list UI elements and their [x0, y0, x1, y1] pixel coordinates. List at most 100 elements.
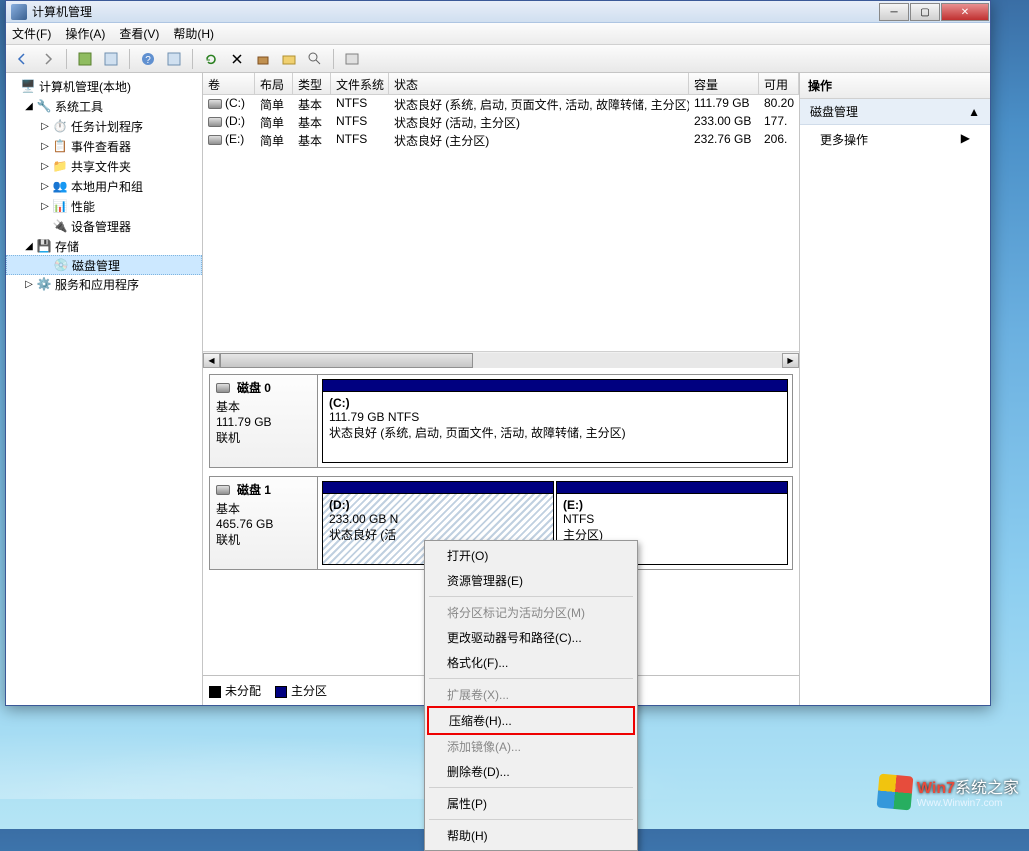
ctx-help[interactable]: 帮助(H)	[427, 823, 635, 848]
tree-diskmgmt[interactable]: 💿磁盘管理	[6, 255, 202, 275]
disk-block: 磁盘 0基本111.79 GB联机(C:)111.79 GB NTFS状态良好 …	[209, 374, 793, 468]
context-menu: 打开(O) 资源管理器(E) 将分区标记为活动分区(M) 更改驱动器号和路径(C…	[424, 540, 638, 851]
menu-action[interactable]: 操作(A)	[65, 25, 105, 42]
scroll-track[interactable]	[220, 353, 782, 368]
tree-devicemgr[interactable]: 🔌设备管理器	[6, 216, 202, 236]
col-capacity[interactable]: 容量	[689, 73, 759, 94]
partition-bar	[323, 482, 553, 494]
watermark: Win7系统之家 Www.Winwin7.com	[878, 774, 1019, 809]
tree-storage[interactable]: ◢💾存储	[6, 236, 202, 256]
watermark-url: Www.Winwin7.com	[917, 798, 1019, 809]
ctx-extend: 扩展卷(X)...	[427, 682, 635, 707]
ctx-changeletter[interactable]: 更改驱动器号和路径(C)...	[427, 625, 635, 650]
menu-separator	[429, 787, 633, 788]
volume-list[interactable]: 卷 布局 类型 文件系统 状态 容量 可用 (C:)简单基本NTFS状态良好 (…	[203, 73, 799, 351]
back-button[interactable]	[12, 49, 32, 69]
menu-separator	[429, 819, 633, 820]
window-title: 计算机管理	[32, 3, 879, 20]
tree-eventviewer[interactable]: ▷📋事件查看器	[6, 136, 202, 156]
toolbar-separator	[129, 49, 130, 69]
titlebar[interactable]: 计算机管理 ─ ▢	[6, 1, 990, 23]
disk-icon	[216, 485, 230, 495]
col-type[interactable]: 类型	[293, 73, 331, 94]
ctx-shrink[interactable]: 压缩卷(H)...	[429, 708, 633, 733]
legend-unallocated: 未分配	[209, 682, 261, 699]
menu-separator	[429, 678, 633, 679]
actions-more[interactable]: 更多操作▶	[800, 125, 990, 154]
maximize-button[interactable]: ▢	[910, 3, 940, 21]
chevron-right-icon: ▶	[961, 131, 970, 148]
col-layout[interactable]: 布局	[255, 73, 293, 94]
delete-icon[interactable]	[227, 49, 247, 69]
volume-row[interactable]: (E:)简单基本NTFS状态良好 (主分区)232.76 GB206.	[203, 131, 799, 149]
legend-primary: 主分区	[275, 682, 327, 699]
view-icon[interactable]	[164, 49, 184, 69]
up-button[interactable]	[75, 49, 95, 69]
window-buttons: ─ ▢	[879, 2, 990, 21]
toolbar: ?	[6, 45, 990, 73]
watermark-logo	[876, 773, 913, 810]
properties-button[interactable]	[101, 49, 121, 69]
ctx-properties[interactable]: 属性(P)	[427, 791, 635, 816]
partition-bar	[557, 482, 787, 494]
svg-text:?: ?	[145, 55, 151, 66]
toolbar-separator	[333, 49, 334, 69]
app-icon	[11, 4, 27, 20]
scroll-right-button[interactable]: ▶	[782, 353, 799, 368]
ctx-explorer[interactable]: 资源管理器(E)	[427, 568, 635, 593]
actions-diskmgmt[interactable]: 磁盘管理▲	[800, 99, 990, 125]
tree-root[interactable]: 🖥️计算机管理(本地)	[6, 76, 202, 96]
col-free[interactable]: 可用	[759, 73, 799, 94]
ctx-delete[interactable]: 删除卷(D)...	[427, 759, 635, 784]
toolbar-separator	[66, 49, 67, 69]
actions-header: 操作	[800, 73, 990, 99]
tree-taskscheduler[interactable]: ▷⏱️任务计划程序	[6, 116, 202, 136]
scroll-thumb[interactable]	[220, 353, 473, 368]
volume-row[interactable]: (D:)简单基本NTFS状态良好 (活动, 主分区)233.00 GB177.	[203, 113, 799, 131]
partition-bar	[323, 380, 787, 392]
ctx-mirror: 添加镜像(A)...	[427, 734, 635, 759]
tree-systools[interactable]: ◢🔧系统工具	[6, 96, 202, 116]
list-icon[interactable]	[342, 49, 362, 69]
minimize-button[interactable]: ─	[879, 3, 909, 21]
volume-header: 卷 布局 类型 文件系统 状态 容量 可用	[203, 73, 799, 95]
search-icon[interactable]	[305, 49, 325, 69]
drive-icon	[208, 135, 222, 145]
settings-icon[interactable]	[253, 49, 273, 69]
collapse-icon: ▲	[968, 105, 980, 119]
col-status[interactable]: 状态	[389, 73, 689, 94]
help-icon[interactable]: ?	[138, 49, 158, 69]
ctx-format[interactable]: 格式化(F)...	[427, 650, 635, 675]
ctx-markactive: 将分区标记为活动分区(M)	[427, 600, 635, 625]
tree-localusers[interactable]: ▷👥本地用户和组	[6, 176, 202, 196]
watermark-text: Win7系统之家	[917, 774, 1019, 798]
menu-file[interactable]: 文件(F)	[12, 25, 51, 42]
col-fs[interactable]: 文件系统	[331, 73, 389, 94]
partition[interactable]: (C:)111.79 GB NTFS状态良好 (系统, 启动, 页面文件, 活动…	[322, 379, 788, 463]
forward-button[interactable]	[38, 49, 58, 69]
refresh-icon[interactable]	[201, 49, 221, 69]
menu-separator	[429, 596, 633, 597]
partition-body: (C:)111.79 GB NTFS状态良好 (系统, 启动, 页面文件, 活动…	[323, 392, 787, 462]
menubar: 文件(F) 操作(A) 查看(V) 帮助(H)	[6, 23, 990, 45]
scroll-left-button[interactable]: ◀	[203, 353, 220, 368]
menu-view[interactable]: 查看(V)	[119, 25, 159, 42]
actions-pane: 操作 磁盘管理▲ 更多操作▶	[800, 73, 990, 705]
toolbar-separator	[192, 49, 193, 69]
disk-info[interactable]: 磁盘 0基本111.79 GB联机	[210, 375, 318, 467]
disk-icon	[216, 383, 230, 393]
tree-services[interactable]: ▷⚙️服务和应用程序	[6, 274, 202, 294]
navigation-tree[interactable]: 🖥️计算机管理(本地) ◢🔧系统工具 ▷⏱️任务计划程序 ▷📋事件查看器 ▷📁共…	[6, 73, 203, 705]
tree-performance[interactable]: ▷📊性能	[6, 196, 202, 216]
disk-info[interactable]: 磁盘 1基本465.76 GB联机	[210, 477, 318, 569]
close-button[interactable]	[941, 3, 989, 21]
col-volume[interactable]: 卷	[203, 73, 255, 94]
tree-sharedfolders[interactable]: ▷📁共享文件夹	[6, 156, 202, 176]
ctx-open[interactable]: 打开(O)	[427, 543, 635, 568]
folder-icon[interactable]	[279, 49, 299, 69]
partition-area: (C:)111.79 GB NTFS状态良好 (系统, 启动, 页面文件, 活动…	[318, 375, 792, 467]
horizontal-scrollbar[interactable]: ◀ ▶	[203, 351, 799, 368]
menu-help[interactable]: 帮助(H)	[173, 25, 214, 42]
volume-row[interactable]: (C:)简单基本NTFS状态良好 (系统, 启动, 页面文件, 活动, 故障转储…	[203, 95, 799, 113]
drive-icon	[208, 117, 222, 127]
